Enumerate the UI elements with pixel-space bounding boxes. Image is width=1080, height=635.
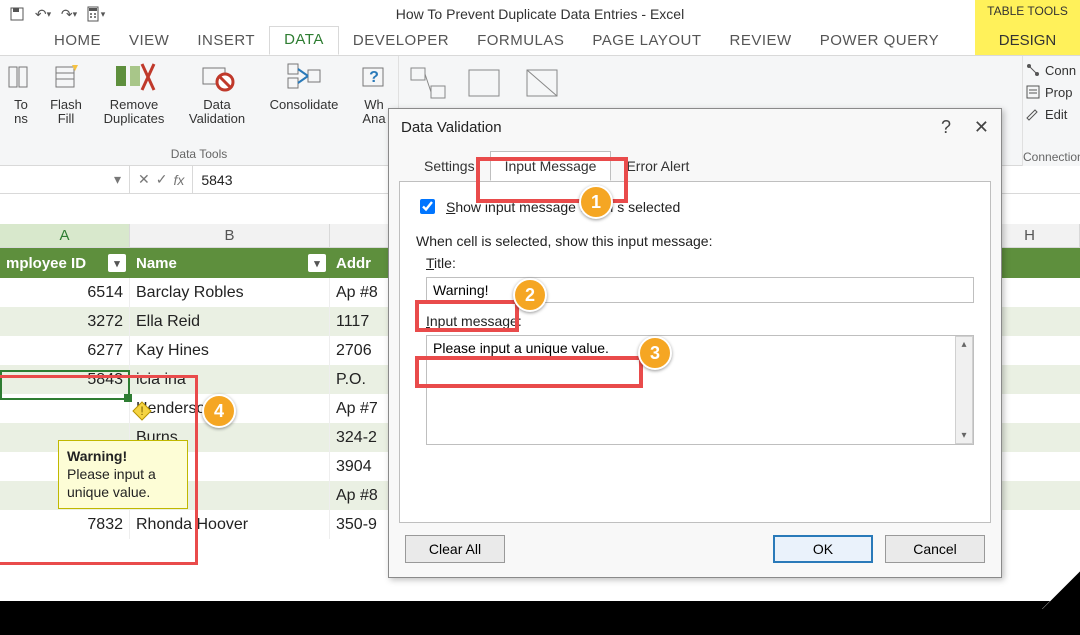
callout-4: 4 (202, 394, 236, 428)
cell-name[interactable]: icia ina (130, 365, 330, 394)
cell-name[interactable]: Kay Hines (130, 336, 330, 365)
input-message-label: Input message: (426, 313, 974, 329)
cancel-icon[interactable]: ✕ (138, 171, 150, 188)
title-input[interactable] (426, 277, 974, 303)
table-tools-label: TABLE TOOLS (987, 0, 1068, 18)
error-indicator-icon[interactable]: ! (130, 399, 154, 423)
dialog-help-icon[interactable]: ? (941, 117, 951, 138)
cell-name[interactable]: Ella Reid (130, 307, 330, 336)
ribbon-group-title: Data Tools (171, 145, 227, 163)
dialog-tab-input-message[interactable]: Input Message (490, 151, 612, 181)
consolidate-button[interactable]: Consolidate (262, 60, 346, 127)
connections-group-title: Connection (1023, 150, 1080, 164)
filter-dropdown-icon[interactable]: ▾ (308, 254, 326, 272)
show-input-message-checkbox[interactable]: Show input message when s selected (416, 196, 974, 217)
properties-button[interactable]: Prop (1025, 84, 1078, 100)
cancel-button[interactable]: Cancel (885, 535, 985, 563)
group-icon[interactable] (463, 64, 509, 104)
ungroup-icon[interactable] (521, 64, 567, 104)
tab-powerquery[interactable]: POWER QUERY (806, 28, 953, 55)
when-cell-label: When cell is selected, show this input m… (416, 233, 974, 249)
input-message-tooltip: Warning! Please input a unique value. (58, 440, 188, 509)
callout-1: 1 (579, 185, 613, 219)
cell-name[interactable]: Rhonda Hoover (130, 510, 330, 539)
svg-text:!: ! (140, 404, 143, 418)
calculator-icon[interactable]: ▾ (84, 3, 106, 25)
relationships-icon[interactable] (405, 64, 451, 104)
dialog-tab-error-alert[interactable]: Error Alert (611, 151, 704, 181)
tab-developer[interactable]: DEVELOPER (339, 28, 463, 55)
callout-2: 2 (513, 278, 547, 312)
tab-data[interactable]: DATA (269, 26, 339, 55)
input-message-textarea[interactable] (426, 335, 974, 445)
remove-duplicates-button[interactable]: Remove Duplicates (96, 60, 172, 127)
tab-home[interactable]: HOME (40, 28, 115, 55)
scroll-down-icon[interactable]: ▾ (961, 430, 966, 441)
undo-icon[interactable]: ↶▾ (32, 3, 54, 25)
title-label: Title: (426, 255, 974, 271)
dialog-tab-settings[interactable]: Settings (409, 151, 490, 181)
cell-id[interactable]: 7832 (0, 510, 130, 539)
edit-links-button[interactable]: Edit (1025, 106, 1078, 122)
show-input-message-check-input[interactable] (420, 199, 435, 214)
tab-view[interactable]: VIEW (115, 28, 183, 55)
filter-dropdown-icon[interactable]: ▾ (108, 254, 126, 272)
callout-3: 3 (638, 336, 672, 370)
cell-id[interactable]: 3272 (0, 307, 130, 336)
active-cell-border (0, 370, 130, 400)
tab-pagelayout[interactable]: PAGE LAYOUT (578, 28, 715, 55)
connections-button[interactable]: Conn (1025, 62, 1078, 78)
tab-review[interactable]: REVIEW (716, 28, 806, 55)
textarea-scrollbar[interactable]: ▴ ▾ (955, 336, 973, 444)
page-shadow (0, 601, 1080, 635)
dialog-title: Data Validation (401, 119, 502, 136)
whatif-button[interactable]: ? Wh Ana (356, 60, 392, 127)
redo-icon[interactable]: ↷▾ (58, 3, 80, 25)
flash-fill-button[interactable]: Flash Fill (46, 60, 86, 127)
name-box-dropdown-icon[interactable]: ▾ (114, 171, 121, 188)
enter-icon[interactable]: ✓ (156, 171, 168, 188)
dialog-close-icon[interactable]: ✕ (974, 117, 989, 138)
window-title: How To Prevent Duplicate Data Entries - … (0, 6, 1080, 22)
formula-bar-value[interactable]: 5843 (201, 172, 232, 188)
table-header-id[interactable]: mployee ID▾ (0, 248, 130, 278)
cell-id[interactable]: 6277 (0, 336, 130, 365)
cell-name[interactable]: Barclay Robles (130, 278, 330, 307)
col-header-A[interactable]: A (0, 224, 130, 248)
text-to-columns-button[interactable]: To ns (6, 60, 36, 127)
fx-icon[interactable]: fx (173, 172, 184, 188)
clear-all-button[interactable]: Clear All (405, 535, 505, 563)
col-header-B[interactable]: B (130, 224, 330, 248)
data-validation-button[interactable]: Data Validation (182, 60, 252, 127)
scroll-up-icon[interactable]: ▴ (961, 339, 966, 350)
table-header-name[interactable]: Name▾ (130, 248, 330, 278)
svg-text:?: ? (369, 69, 379, 86)
data-validation-dialog: Data Validation ? ✕ Settings Input Messa… (388, 108, 1002, 578)
ok-button[interactable]: OK (773, 535, 873, 563)
tab-insert[interactable]: INSERT (183, 28, 269, 55)
cell-id[interactable]: 6514 (0, 278, 130, 307)
tab-formulas[interactable]: FORMULAS (463, 28, 578, 55)
save-icon[interactable] (6, 3, 28, 25)
